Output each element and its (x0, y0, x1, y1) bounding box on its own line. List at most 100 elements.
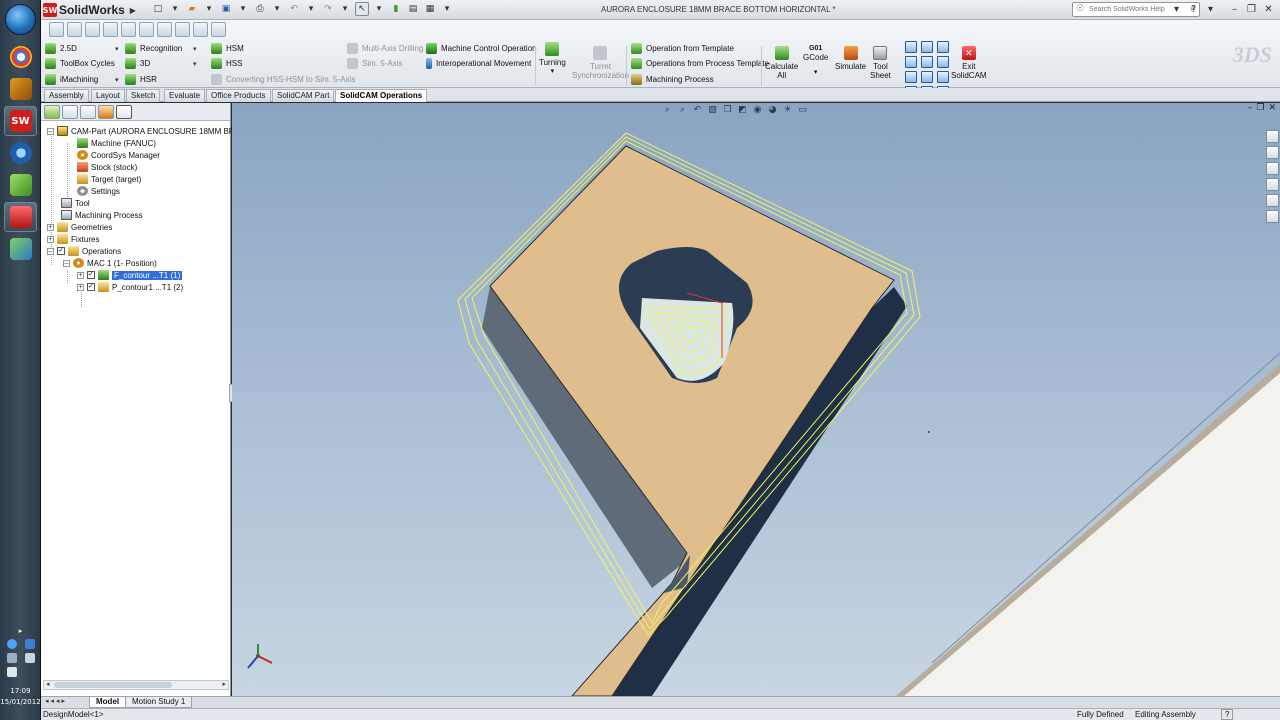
tab-solidcam-part[interactable]: SolidCAM Part (272, 89, 335, 102)
configuration-manager-tab-icon[interactable] (80, 105, 96, 119)
toolbar-btn-2-icon[interactable] (67, 22, 82, 37)
zoom-to-area-icon[interactable]: ⌕ (677, 105, 688, 116)
vp-close-icon[interactable]: ✕ (1268, 103, 1276, 113)
ribbon-sim-5-axis[interactable]: Sim. 5-Axis (347, 58, 402, 69)
view-settings-icon[interactable]: ▭ (797, 105, 808, 116)
clock[interactable]: 17:09 15/01/2012 (0, 686, 41, 708)
tree-operations[interactable]: – ✓ Operations (47, 245, 121, 257)
operation-checkbox[interactable]: ✓ (87, 283, 95, 291)
tab-evaluate[interactable]: Evaluate (164, 89, 206, 102)
hide-show-items-icon[interactable]: ◉ (752, 105, 763, 116)
help-icon[interactable]: ? (1186, 2, 1201, 17)
tree-settings[interactable]: Settings (77, 185, 120, 197)
operations-checkbox[interactable]: ✓ (57, 247, 65, 255)
options-icon[interactable]: ▦ (423, 2, 437, 16)
toolbar-btn-7-icon[interactable] (157, 22, 172, 37)
search-input[interactable] (1073, 3, 1179, 16)
collapse-icon[interactable]: – (47, 247, 54, 255)
solidcam-manager-tab-icon[interactable] (116, 105, 132, 119)
start-button[interactable] (5, 4, 36, 35)
view-tool-1-icon[interactable] (905, 41, 917, 53)
tree-stock[interactable]: Stock (stock) (77, 161, 137, 173)
expand-icon[interactable]: + (77, 271, 84, 279)
dropdown-icon[interactable]: ▾ (193, 60, 197, 68)
help-tray-icon[interactable] (6, 639, 17, 649)
operation-checkbox[interactable]: ✓ (87, 271, 95, 279)
tab-nav-arrows-icon[interactable]: ◂◂◂▸ (45, 697, 67, 705)
tree-root-cam-part[interactable]: – CAM-Part (AURORA ENCLOSURE 18MM BRACE … (47, 125, 259, 137)
ribbon-machine-control-operation[interactable]: Machine Control Operation (426, 43, 537, 54)
restore-icon[interactable]: ❐ (1244, 2, 1259, 17)
taskbar-tool[interactable] (4, 74, 37, 104)
view-tool-7-icon[interactable] (905, 71, 917, 83)
tree-tool[interactable]: Tool (61, 197, 90, 209)
tree-geometries[interactable]: + Geometries (47, 221, 112, 233)
dropdown-icon[interactable]: ▾ (338, 2, 352, 16)
open-folder-icon[interactable]: ▰ (185, 2, 199, 16)
help-dropdown-icon[interactable]: ▾ (1203, 2, 1218, 17)
zoom-to-fit-icon[interactable]: ⌕ (662, 105, 673, 116)
ribbon-machining-process[interactable]: Machining Process (631, 74, 714, 85)
tree-mac-1[interactable]: – MAC 1 (1- Position) (63, 257, 157, 269)
tray-expand-icon[interactable]: ▸ (0, 625, 41, 635)
resources-tab-icon[interactable] (1266, 130, 1279, 143)
toolbar-btn-9-icon[interactable] (193, 22, 208, 37)
view-tool-6-icon[interactable] (937, 56, 949, 68)
taskbar-app7[interactable] (4, 234, 37, 264)
toolbar-btn-6-icon[interactable] (139, 22, 154, 37)
dropdown-icon[interactable]: ▾ (372, 2, 386, 16)
tab-motion-study-1[interactable]: Motion Study 1 (125, 697, 193, 708)
taskbar-app5[interactable] (4, 170, 37, 200)
feature-manager-tab-icon[interactable] (44, 105, 60, 119)
tree-coordsys[interactable]: CoordSys Manager (77, 149, 160, 161)
tab-assembly[interactable]: Assembly (44, 89, 89, 102)
file-properties-icon[interactable]: ▤ (406, 2, 420, 16)
menu-arrow-icon[interactable]: ▶ (130, 6, 136, 15)
part-model-svg[interactable] (232, 103, 1280, 696)
expand-icon[interactable]: + (77, 283, 84, 291)
appearance-tab-icon[interactable] (98, 105, 114, 119)
view-tool-3-icon[interactable] (937, 41, 949, 53)
section-view-icon[interactable]: ▧ (707, 105, 718, 116)
tree-machining-process[interactable]: Machining Process (61, 209, 143, 221)
volume-tray-icon[interactable] (6, 667, 17, 677)
ribbon-operation-from-template[interactable]: Operation from Template (631, 43, 734, 54)
taskbar-app4[interactable] (4, 138, 37, 168)
status-help-icon[interactable]: ? (1221, 709, 1234, 720)
toolbar-btn-3-icon[interactable] (85, 22, 100, 37)
redo-icon[interactable]: ↷ (321, 2, 335, 16)
turning-button[interactable]: Turning ▾ (539, 42, 566, 76)
ribbon-recognition[interactable]: Recognition (125, 43, 182, 54)
tab-layout[interactable]: Layout (91, 89, 126, 102)
view-tool-9-icon[interactable] (937, 71, 949, 83)
select-pointer-icon[interactable]: ↖ (355, 2, 369, 16)
graphics-viewport[interactable]: ⌕ ⌕ ↶ ▧ ❒ ◩ ◉ ◕ ☀ ▭ – ❐ ✕ (232, 103, 1280, 696)
dropdown-icon[interactable]: ▾ (115, 45, 119, 53)
dropdown-icon[interactable]: ▾ (193, 45, 197, 53)
ribbon-hsr[interactable]: HSR (125, 74, 157, 85)
tool-sheet-button[interactable]: Tool Sheet (870, 46, 891, 80)
toolbar-btn-1-icon[interactable] (49, 22, 64, 37)
simulate-button[interactable]: Simulate (835, 46, 866, 71)
rebuild-icon[interactable]: ▮ (389, 2, 403, 16)
dropdown-icon[interactable]: ▾ (270, 2, 284, 16)
ribbon-imachining[interactable]: iMachining (45, 74, 98, 85)
dropdown-icon[interactable]: ▾ (304, 2, 318, 16)
monitor-tray-icon[interactable] (24, 653, 35, 663)
ribbon-hss[interactable]: HSS (211, 58, 242, 69)
ribbon-operations-from-process-template[interactable]: Operations from Process Template (631, 58, 769, 69)
tab-solidcam-operations[interactable]: SolidCAM Operations (335, 89, 428, 102)
ribbon-toolbox-cycles[interactable]: ToolBox Cycles (45, 58, 115, 69)
tab-model[interactable]: Model (89, 697, 127, 708)
dropdown-icon[interactable]: ▾ (551, 67, 555, 76)
tree-operation-p-contour[interactable]: + ✓ P_contour1 ...T1 (2) (77, 281, 183, 293)
dropdown-icon[interactable]: ▾ (115, 76, 119, 84)
bluetooth-tray-icon[interactable] (24, 639, 35, 649)
scroll-left-icon[interactable]: ◂ (46, 680, 50, 688)
toolbar-btn-4-icon[interactable] (103, 22, 118, 37)
toolbar-btn-5-icon[interactable] (121, 22, 136, 37)
taskbar-solidworks[interactable]: SW (4, 106, 37, 136)
new-document-icon[interactable]: □ (151, 2, 165, 16)
save-icon[interactable]: ▣ (219, 2, 233, 16)
search-dropdown-icon[interactable]: ▾ (1169, 2, 1184, 17)
